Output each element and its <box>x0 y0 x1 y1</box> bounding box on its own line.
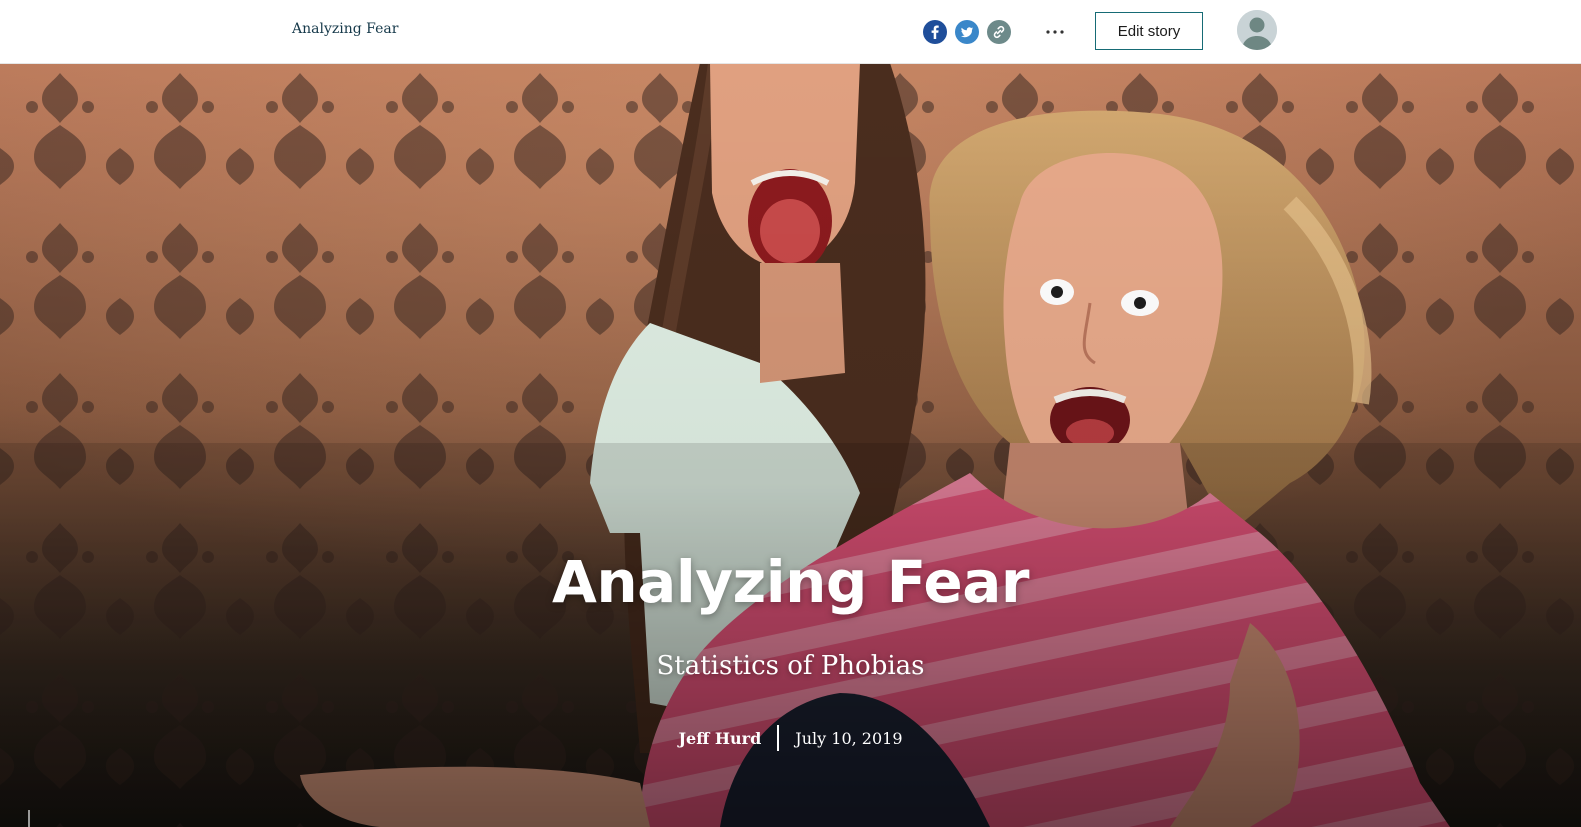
author-name: Jeff Hurd <box>678 728 762 748</box>
edit-story-button[interactable]: Edit story <box>1095 12 1203 50</box>
hero-image <box>0 63 1581 827</box>
user-avatar-icon <box>1237 10 1277 50</box>
byline: Jeff Hurd July 10, 2019 <box>0 725 1581 751</box>
more-horizontal-icon <box>1046 30 1064 34</box>
scroll-down-button[interactable] <box>20 810 38 827</box>
story-title[interactable]: Analyzing Fear <box>292 21 398 37</box>
link-icon <box>993 25 1005 39</box>
hero-section: Analyzing Fear Statistics of Phobias Jef… <box>0 63 1581 827</box>
more-options-button[interactable] <box>1042 20 1068 44</box>
publish-date: July 10, 2019 <box>795 728 903 748</box>
facebook-share-button[interactable] <box>923 20 947 44</box>
twitter-share-button[interactable] <box>955 20 979 44</box>
hero-subtitle: Statistics of Phobias <box>656 651 925 681</box>
copy-link-button[interactable] <box>987 20 1011 44</box>
arrow-down-icon <box>28 810 30 827</box>
twitter-icon <box>961 27 973 38</box>
user-avatar-button[interactable] <box>1237 10 1277 50</box>
facebook-icon <box>931 25 939 39</box>
hero-title: Analyzing Fear <box>552 548 1030 616</box>
top-bar: Analyzing Fear Edit story <box>0 0 1581 64</box>
